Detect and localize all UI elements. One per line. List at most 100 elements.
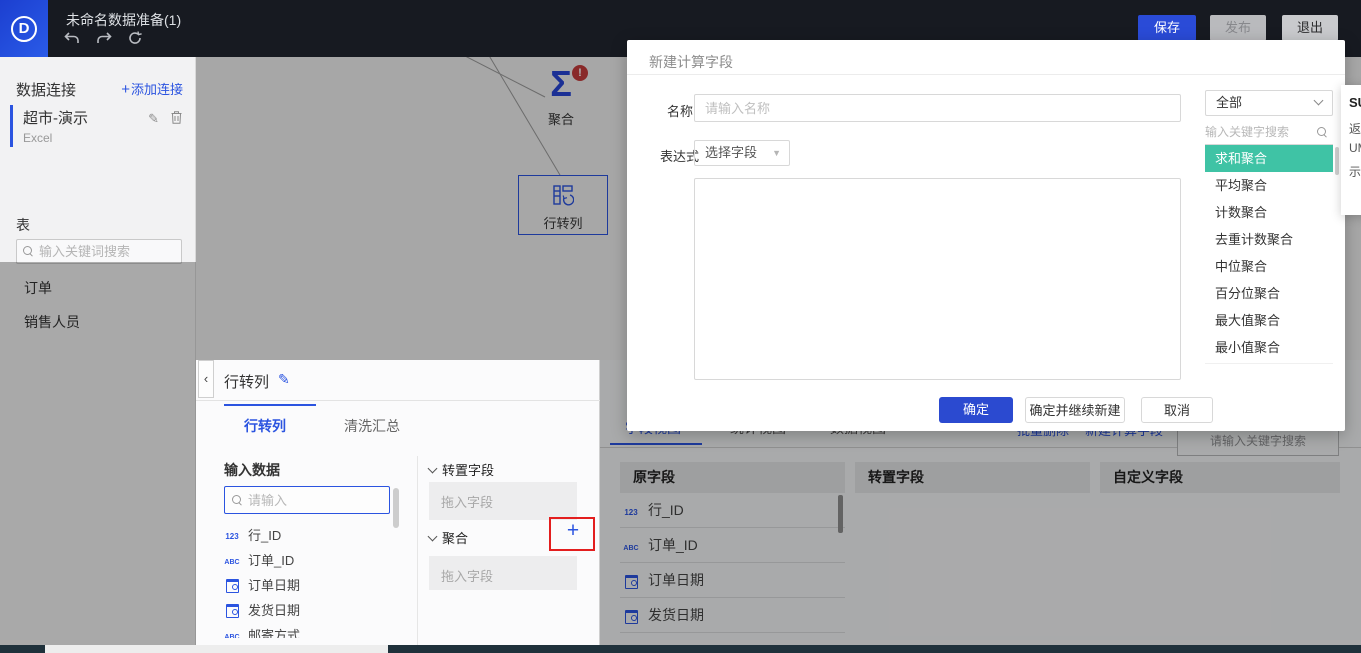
field-type-icon (623, 610, 639, 621)
doc-text: 返 (1349, 120, 1361, 137)
field-row[interactable]: 邮寄方式 (224, 622, 394, 638)
aggregate-dropzone[interactable]: 拖入字段 (429, 556, 577, 590)
function-list-item[interactable]: 最小值聚合 (1205, 334, 1333, 361)
app-logo: D (0, 0, 48, 57)
function-list-item[interactable]: 中位聚合 (1205, 253, 1333, 280)
preview-search-input[interactable] (1188, 434, 1328, 448)
pivot-node-selected[interactable]: 行转列 (518, 175, 608, 235)
field-type-icon (224, 552, 240, 567)
publish-button[interactable]: 发布 (1210, 15, 1266, 41)
aggregate-section-title[interactable]: 聚合 (429, 528, 468, 547)
chevron-down-icon (1314, 96, 1324, 106)
table-search-input[interactable] (39, 244, 169, 259)
new-calc-field-modal: 新建计算字段 名称 表达式 选择字段 ▼ 全部 求和聚合平均聚合计数聚合去重计数… (627, 40, 1345, 431)
scrollbar-thumb[interactable] (1335, 147, 1339, 175)
input-field-list: 行_ID 订单_ID 订单日期 发货日期 邮寄方式 (224, 522, 394, 638)
trash-icon[interactable] (171, 111, 182, 127)
modal-title: 新建计算字段 (649, 52, 733, 72)
os-taskbar-edge (0, 645, 1361, 653)
divider (417, 456, 418, 645)
transpose-dropzone[interactable]: 拖入字段 (429, 482, 577, 520)
chevron-down-icon (428, 463, 438, 473)
field-type-icon (224, 627, 240, 638)
function-search-box[interactable] (1205, 120, 1333, 145)
doc-text: UM (1349, 141, 1361, 155)
field-type-icon (224, 527, 240, 542)
pivot-icon (552, 184, 574, 206)
original-fields-header: 原字段 (620, 462, 845, 493)
function-list-item[interactable]: 最大值聚合 (1205, 307, 1333, 334)
table-search-box[interactable] (16, 239, 182, 264)
refresh-icon[interactable] (128, 31, 142, 45)
function-list: 求和聚合平均聚合计数聚合去重计数聚合中位聚合百分位聚合最大值聚合最小值聚合 (1205, 145, 1333, 364)
function-list-item[interactable]: 百分位聚合 (1205, 280, 1333, 307)
field-type-icon (623, 502, 639, 518)
dropdown-triangle-icon: ▼ (772, 141, 781, 165)
doc-function-name: SU (1349, 95, 1361, 110)
field-row[interactable]: 订单_ID (620, 528, 845, 563)
field-name: 订单日期 (648, 570, 704, 590)
config-tab[interactable]: 行转列 (244, 416, 286, 436)
table-list-item[interactable]: 销售人员 (0, 305, 196, 339)
field-type-icon (224, 604, 240, 615)
cancel-button[interactable]: 取消 (1141, 397, 1213, 423)
connection-item[interactable]: 超市-演示 Excel ✎ (10, 105, 188, 147)
aggregate-node[interactable]: Σ ! 聚合 (526, 65, 596, 128)
edit-pencil-icon[interactable]: ✎ (148, 111, 159, 127)
divider (627, 74, 1345, 75)
scrollbar-thumb[interactable] (838, 495, 843, 533)
function-category-dropdown[interactable]: 全部 (1205, 90, 1333, 116)
exit-button[interactable]: 退出 (1282, 15, 1338, 41)
connection-type: Excel (23, 131, 188, 145)
original-field-list: 行_ID 订单_ID 订单日期 发货日期 (620, 493, 845, 643)
field-name: 订单日期 (248, 575, 300, 594)
function-list-item[interactable]: 求和聚合 (1205, 145, 1333, 172)
pivot-config-panel: ‹ 行转列 ✎ 行转列 清洗汇总 输入数据 行_ID 订单_ID 订单日期 发货日… (196, 360, 600, 645)
function-list-item[interactable]: 平均聚合 (1205, 172, 1333, 199)
field-name: 订单_ID (248, 550, 294, 569)
rename-pencil-icon[interactable]: ✎ (278, 371, 290, 388)
field-select-dropdown[interactable]: 选择字段 ▼ (694, 140, 790, 166)
config-tabs: 行转列 清洗汇总 (196, 400, 600, 448)
active-tab-underline (610, 443, 702, 445)
collapse-panel-button[interactable]: ‹ (198, 360, 214, 398)
field-row[interactable]: 订单日期 (620, 563, 845, 598)
undo-icon[interactable] (64, 32, 80, 45)
config-tab[interactable]: 清洗汇总 (344, 416, 400, 436)
document-title: 未命名数据准备(1) (66, 10, 181, 30)
taskbar-light-segment (45, 645, 388, 653)
logo-d-icon: D (11, 16, 37, 42)
field-type-icon (224, 579, 240, 590)
function-list-item[interactable]: 去重计数聚合 (1205, 226, 1333, 253)
pivot-node-label: 行转列 (519, 213, 607, 232)
field-name: 行_ID (648, 500, 684, 520)
redo-icon[interactable] (96, 32, 112, 45)
error-badge: ! (572, 65, 588, 81)
add-aggregate-button[interactable]: + (560, 518, 586, 544)
table-list: 订单销售人员 (0, 271, 196, 339)
field-row[interactable]: 订单_ID (224, 547, 394, 572)
field-row[interactable]: 发货日期 (620, 598, 845, 633)
field-search-input[interactable] (248, 493, 376, 508)
expression-editor[interactable] (694, 178, 1181, 380)
field-row[interactable]: 订单日期 (224, 572, 394, 597)
field-row[interactable]: 行_ID (224, 522, 394, 547)
calc-field-name-input[interactable] (694, 94, 1181, 122)
function-search-input[interactable] (1205, 125, 1313, 139)
add-connection-button[interactable]: +添加连接 (121, 79, 183, 98)
input-data-title: 输入数据 (224, 460, 280, 480)
function-list-item[interactable]: 计数聚合 (1205, 199, 1333, 226)
confirm-and-continue-button[interactable]: 确定并继续新建 (1025, 397, 1125, 423)
confirm-button[interactable]: 确定 (939, 397, 1013, 423)
chevron-down-icon (428, 531, 438, 541)
field-type-icon (623, 537, 639, 553)
transpose-section-title[interactable]: 转置字段 (429, 460, 494, 479)
field-search-box[interactable] (224, 486, 390, 514)
table-list-item[interactable]: 订单 (0, 271, 196, 305)
doc-text: 示 (1349, 163, 1361, 180)
field-type-icon (623, 575, 639, 586)
field-row[interactable]: 行_ID (620, 493, 845, 528)
function-doc-panel: SU 返 UM 示 (1341, 85, 1361, 215)
field-row[interactable]: 发货日期 (224, 597, 394, 622)
save-button[interactable]: 保存 (1138, 15, 1196, 41)
